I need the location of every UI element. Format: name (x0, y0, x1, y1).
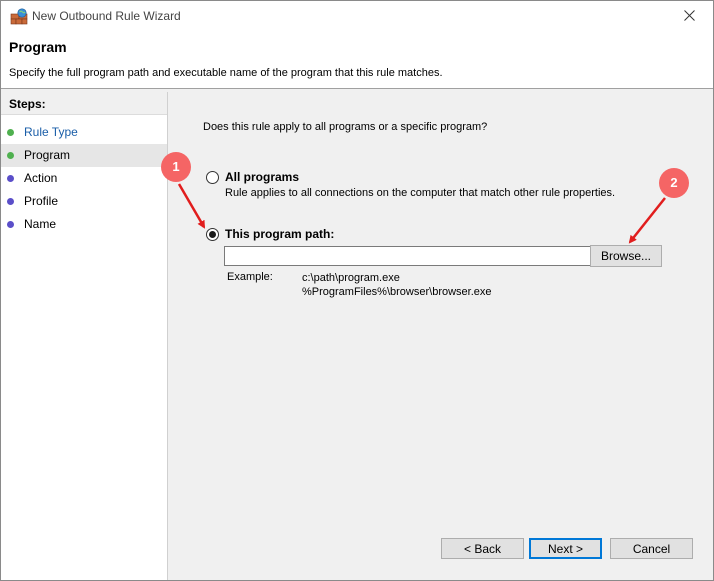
window-title: New Outbound Rule Wizard (32, 9, 181, 23)
annotation-badge-2: 2 (659, 168, 689, 198)
question-text: Does this rule apply to all programs or … (203, 121, 488, 133)
steps-title: Steps: (9, 97, 46, 111)
steps-panel: Steps: Rule Type Program Action Profile … (1, 92, 168, 580)
main-panel: Does this rule apply to all programs or … (169, 92, 713, 580)
step-status-icon (7, 221, 14, 228)
wizard-content: Steps: Rule Type Program Action Profile … (1, 89, 713, 580)
title-bar: New Outbound Rule Wizard (1, 1, 713, 32)
this-program-radio[interactable] (206, 228, 219, 241)
example-label: Example: (227, 271, 273, 283)
all-programs-radio[interactable] (206, 171, 219, 184)
step-profile[interactable]: Profile (1, 190, 167, 213)
example-values: c:\path\program.exe %ProgramFiles%\brows… (302, 271, 492, 299)
annotation-badge-1: 1 (161, 152, 191, 182)
cancel-button[interactable]: Cancel (610, 538, 693, 559)
wizard-header: Program Specify the full program path an… (1, 32, 713, 89)
steps-header: Steps: (1, 92, 167, 115)
example-value: %ProgramFiles%\browser\browser.exe (302, 286, 492, 298)
step-label: Program (24, 148, 71, 162)
step-label: Action (24, 171, 58, 185)
wizard-window: New Outbound Rule Wizard Program Specify… (0, 0, 714, 581)
step-status-icon (7, 152, 14, 159)
step-label: Profile (24, 194, 59, 208)
next-button[interactable]: Next > (529, 538, 602, 559)
step-rule-type[interactable]: Rule Type (1, 121, 167, 144)
browse-button[interactable]: Browse... (590, 245, 662, 267)
close-button[interactable] (667, 1, 713, 32)
step-label: Rule Type (24, 125, 78, 139)
example-value: c:\path\program.exe (302, 272, 400, 284)
all-programs-description: Rule applies to all connections on the c… (225, 187, 616, 199)
step-action[interactable]: Action (1, 167, 167, 190)
page-description: Specify the full program path and execut… (9, 67, 443, 79)
program-path-input[interactable] (224, 246, 592, 266)
step-name[interactable]: Name (1, 213, 167, 236)
all-programs-label[interactable]: All programs (225, 170, 299, 184)
step-status-icon (7, 198, 14, 205)
page-title: Program (9, 39, 67, 55)
step-program[interactable]: Program (1, 144, 167, 167)
back-button[interactable]: < Back (441, 538, 524, 559)
firewall-icon (10, 8, 28, 25)
this-program-label[interactable]: This program path: (225, 227, 334, 241)
step-status-icon (7, 175, 14, 182)
close-icon (684, 10, 695, 21)
step-label: Name (24, 217, 57, 231)
step-status-icon (7, 129, 14, 136)
